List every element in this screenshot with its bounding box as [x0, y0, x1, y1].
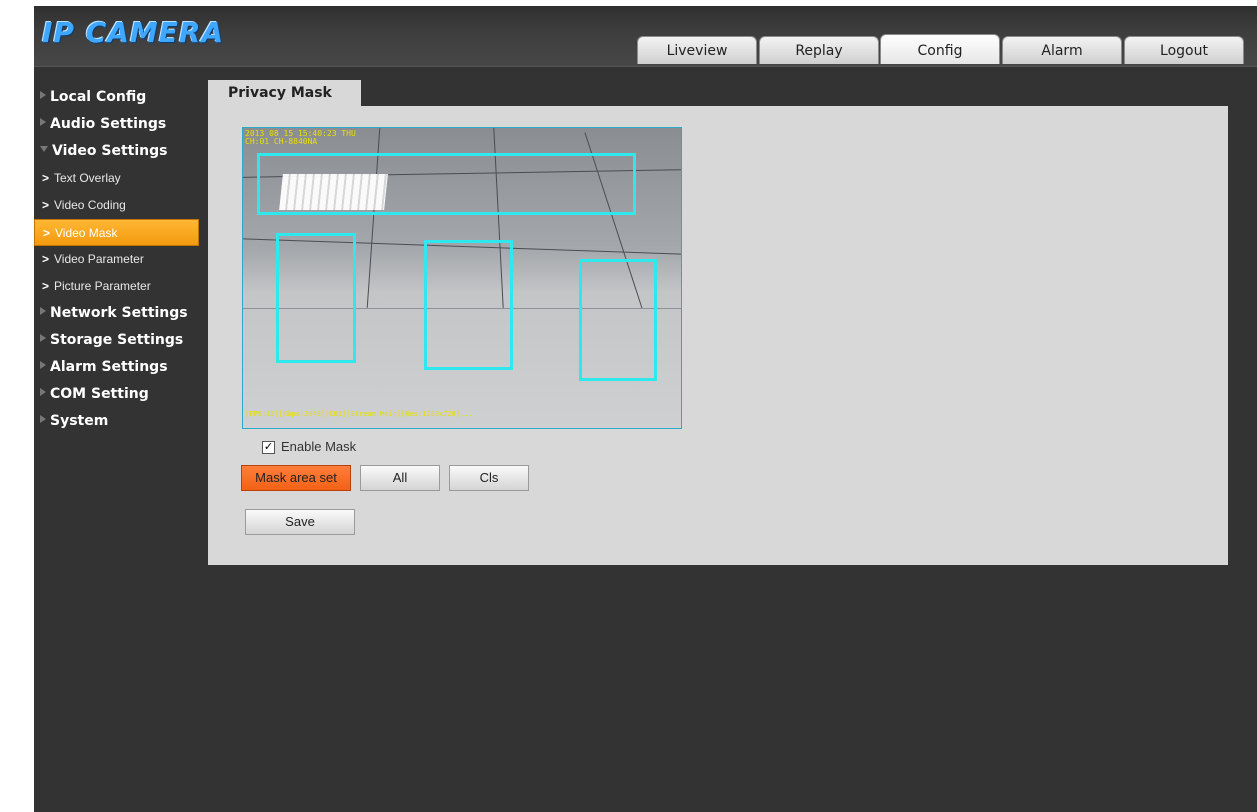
- privacy-mask-area[interactable]: [257, 153, 636, 215]
- sidebar-item-video-settings[interactable]: Video Settings: [34, 138, 206, 165]
- sidebar-item-storage-settings[interactable]: Storage Settings: [34, 327, 206, 354]
- sidebar-item-label: Audio Settings: [50, 116, 167, 132]
- privacy-mask-area[interactable]: [424, 240, 513, 370]
- sidebar-subitem-label: Video Mask: [55, 226, 118, 240]
- enable-mask-row[interactable]: ✓ Enable Mask: [262, 439, 357, 455]
- collapse-arrow-icon: [40, 146, 48, 152]
- sidebar-item-local-config[interactable]: Local Config: [34, 84, 206, 111]
- sidebar-subitem-label: Video Parameter: [54, 252, 144, 266]
- expand-arrow-icon: [40, 91, 46, 99]
- sidebar-subitem-video-parameter[interactable]: > Video Parameter: [34, 246, 206, 273]
- sidebar-item-com-setting[interactable]: COM Setting: [34, 381, 206, 408]
- tab-logout[interactable]: Logout: [1124, 36, 1244, 64]
- sidebar: Local Config Audio Settings Video Settin…: [34, 84, 206, 435]
- mask-area-set-button[interactable]: Mask area set: [241, 465, 351, 491]
- sidebar-subitem-video-mask[interactable]: > Video Mask: [34, 219, 199, 246]
- sidebar-subitem-picture-parameter[interactable]: > Picture Parameter: [34, 273, 206, 300]
- enable-mask-checkbox[interactable]: ✓: [262, 441, 275, 455]
- all-button[interactable]: All: [360, 465, 440, 491]
- content-panel: 2013 08 15 15:40:23 THU CH:01 CH-8840NA …: [208, 106, 1228, 565]
- expand-arrow-icon: [40, 307, 46, 315]
- sidebar-subitem-label: Text Overlay: [54, 171, 121, 185]
- expand-arrow-icon: [40, 415, 46, 423]
- app-logo: IP CAMERA: [42, 16, 225, 49]
- enable-mask-label: Enable Mask: [281, 439, 357, 454]
- expand-arrow-icon: [40, 361, 46, 369]
- chevron-right-icon: >: [42, 252, 50, 266]
- expand-arrow-icon: [40, 388, 46, 396]
- tab-alarm[interactable]: Alarm: [1002, 36, 1122, 64]
- chevron-right-icon: >: [42, 171, 50, 185]
- sidebar-item-label: Video Settings: [52, 143, 168, 159]
- sidebar-subitem-video-coding[interactable]: > Video Coding: [34, 192, 206, 219]
- sidebar-subitem-label: Picture Parameter: [54, 279, 151, 293]
- chevron-right-icon: >: [42, 198, 50, 212]
- save-button[interactable]: Save: [245, 509, 355, 535]
- expand-arrow-icon: [40, 334, 46, 342]
- privacy-mask-area[interactable]: [276, 233, 356, 363]
- privacy-mask-area[interactable]: [579, 259, 657, 381]
- sidebar-item-label: Local Config: [50, 89, 147, 105]
- header-bar: IP CAMERA Liveview Replay Config Alarm L…: [34, 6, 1257, 67]
- chevron-right-icon: >: [43, 226, 51, 240]
- sidebar-item-label: Network Settings: [50, 305, 188, 321]
- tab-replay[interactable]: Replay: [759, 36, 879, 64]
- osd-status: [FPS:15][Kbps:2048][CH1][Stream:Main][Re…: [245, 410, 473, 418]
- sidebar-item-network-settings[interactable]: Network Settings: [34, 300, 206, 327]
- expand-arrow-icon: [40, 118, 46, 126]
- sidebar-subitem-text-overlay[interactable]: > Text Overlay: [34, 165, 206, 192]
- video-preview[interactable]: 2013 08 15 15:40:23 THU CH:01 CH-8840NA …: [242, 127, 682, 429]
- tab-config[interactable]: Config: [880, 34, 1000, 64]
- cls-button[interactable]: Cls: [449, 465, 529, 491]
- tab-liveview[interactable]: Liveview: [637, 36, 757, 64]
- content-tab-privacy-mask[interactable]: Privacy Mask: [208, 80, 361, 106]
- app-window: IP CAMERA Liveview Replay Config Alarm L…: [34, 6, 1257, 812]
- sidebar-item-system[interactable]: System: [34, 408, 206, 435]
- chevron-right-icon: >: [42, 279, 50, 293]
- sidebar-item-audio-settings[interactable]: Audio Settings: [34, 111, 206, 138]
- sidebar-item-label: Storage Settings: [50, 332, 184, 348]
- osd-channel: CH:01 CH-8840NA: [245, 137, 318, 146]
- sidebar-item-label: COM Setting: [50, 386, 149, 402]
- sidebar-item-label: System: [50, 413, 109, 429]
- sidebar-item-label: Alarm Settings: [50, 359, 168, 375]
- sidebar-item-alarm-settings[interactable]: Alarm Settings: [34, 354, 206, 381]
- sidebar-subitem-label: Video Coding: [54, 198, 126, 212]
